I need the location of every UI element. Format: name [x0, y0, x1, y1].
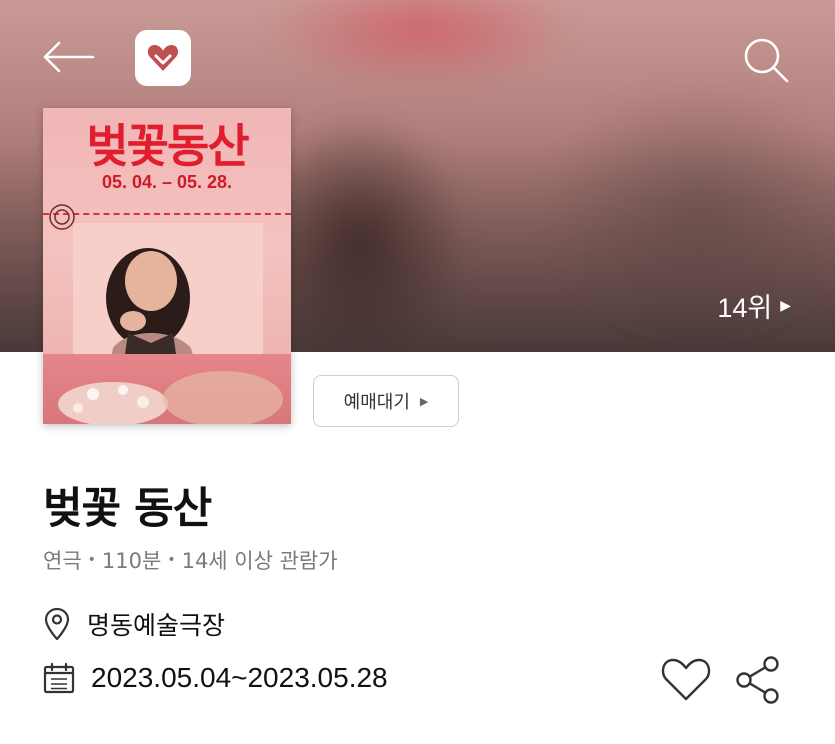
reserve-wait-button[interactable]: 예매대기 ▶ [313, 375, 459, 427]
show-title: 벚꽃 동산 [43, 484, 212, 534]
like-button[interactable] [660, 655, 712, 707]
poster-title: 벚꽃동산 [86, 119, 249, 173]
venue-row[interactable]: 명동예술극장 [43, 606, 225, 642]
home-logo-button[interactable] [135, 30, 191, 86]
poster-dates: 05. 04. – 05. 28. [101, 172, 233, 192]
performance-period: 2023.05.04~2023.05.28 [91, 662, 388, 693]
back-button[interactable] [38, 32, 98, 82]
reserve-wait-label: 예매대기 [343, 392, 410, 413]
show-genre: 연극 [43, 549, 82, 573]
poster-divider [43, 213, 291, 215]
share-button[interactable] [733, 655, 783, 707]
back-arrow-icon [43, 41, 95, 73]
location-pin-icon [44, 607, 70, 641]
meta-separator: • [87, 552, 96, 568]
poster-image: 벚꽃동산 05. 04. – 05. 28. [43, 108, 291, 424]
chevron-right-icon: ▶ [780, 297, 791, 314]
show-age-rating: 14세 이상 관람가 [181, 549, 338, 573]
period-row: 2023.05.04~2023.05.28 [43, 662, 388, 694]
show-runtime: 110분 [101, 549, 162, 573]
chevron-right-icon: ▶ [419, 394, 429, 408]
heart-outline-icon [661, 658, 711, 701]
search-icon [744, 38, 789, 83]
poster-flowers [58, 371, 283, 424]
meta-separator: • [167, 552, 176, 568]
calendar-icon [43, 662, 75, 694]
poster-stamp-icon [49, 204, 75, 230]
show-meta: 연극 • 110분 • 14세 이상 관람가 [43, 545, 338, 575]
ranking-link[interactable]: 14위 ▶ [717, 286, 791, 325]
venue-name: 명동예술극장 [87, 611, 226, 640]
heart-logo-icon [147, 45, 179, 71]
share-icon [736, 656, 779, 704]
search-button[interactable] [738, 32, 794, 88]
ranking-label: 14위 [717, 293, 773, 323]
